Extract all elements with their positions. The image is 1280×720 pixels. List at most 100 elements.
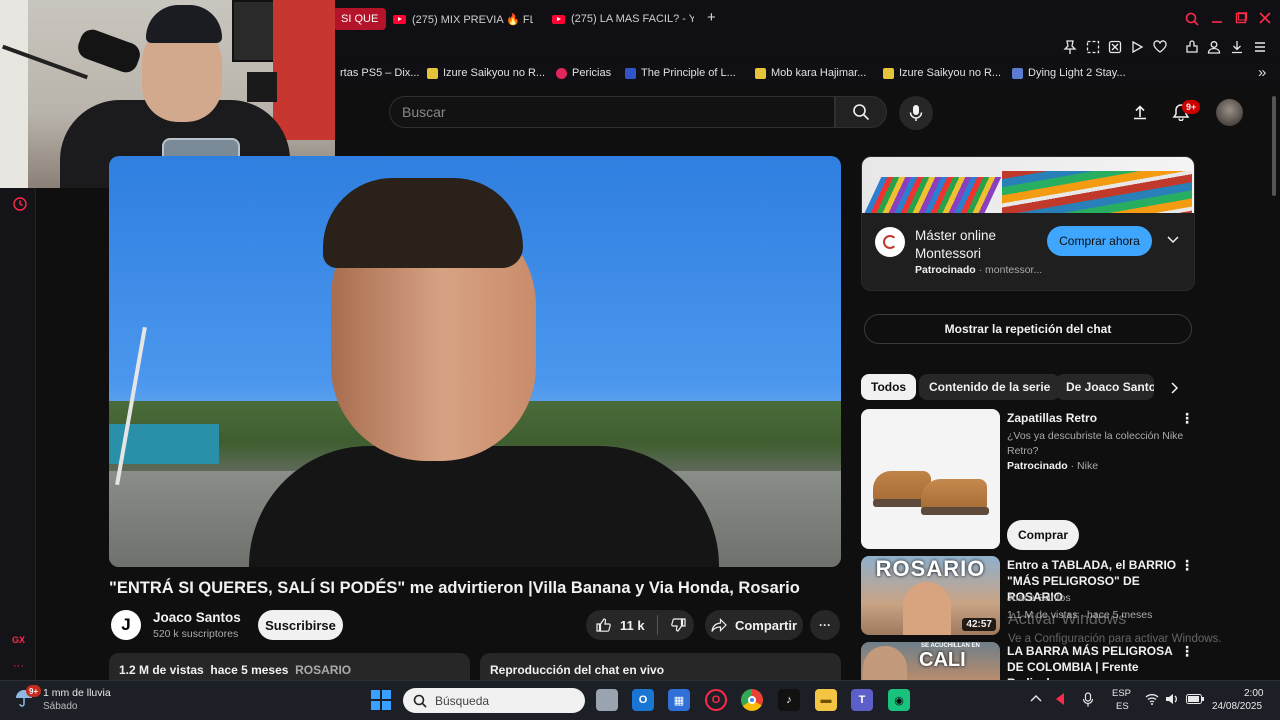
extensions-icon[interactable] [1185,40,1199,54]
search-button[interactable] [835,96,887,128]
store-icon[interactable]: ▦ [668,689,690,711]
show-chat-replay-button[interactable]: Mostrar la repetición del chat [864,314,1192,344]
history-icon[interactable] [12,196,28,212]
weather-badge: 9+ [26,685,42,697]
whatsapp-icon[interactable]: ◉ [888,689,910,711]
bookmark-pericias[interactable]: Pericias [556,67,611,79]
recommendation-title[interactable]: Zapatillas Retro [1007,410,1167,426]
subscribe-button[interactable]: Suscribirse [258,610,343,640]
file-explorer-icon[interactable]: ▬ [815,689,837,711]
weather-text[interactable]: 1 mm de lluvia [43,687,111,699]
chip-todos[interactable]: Todos [861,374,917,400]
recommendation-menu-icon[interactable]: ⋮ [1180,643,1194,660]
activate-windows-title: Activar Windows [1008,611,1127,628]
like-icon[interactable] [596,617,612,633]
task-view-icon[interactable] [596,689,618,711]
video-tag[interactable]: ROSARIO [295,663,351,677]
buy-button[interactable]: Comprar [1007,520,1079,550]
chrome-center [748,696,756,704]
new-tab-button[interactable]: + [707,9,716,26]
pin-icon[interactable] [1063,40,1077,54]
bookmark-favicon-icon [883,67,894,79]
youtube-icon [393,14,406,24]
ad-sponsored-label: Patrocinado [915,264,976,276]
description-box[interactable]: 1.2 M de vistas hace 5 meses ROSARIO [109,653,470,683]
bookmark-favicon-icon [625,67,636,79]
tiktok-icon[interactable]: ♪ [778,689,800,711]
player-icon[interactable] [1130,40,1144,54]
profile-icon[interactable] [1207,40,1221,54]
download-icon[interactable] [1230,40,1244,54]
voice-search-button[interactable] [899,96,933,130]
advertiser-logo [875,227,905,257]
page-scrollbar[interactable] [1272,96,1276,196]
chrome-icon[interactable] [741,689,763,711]
thumbnail-person [863,646,907,680]
maximize-icon[interactable] [1235,12,1247,24]
recommendation-thumbnail-tablada[interactable]: ROSARIO 42:57 [861,556,1000,635]
search-tabs-icon[interactable] [1185,12,1199,26]
bookmark-izure-1[interactable]: Izure Saikyou no R... [427,67,545,79]
bookmark-label: Izure Saikyou no R... [443,67,546,79]
bookmark-izure-2[interactable]: Izure Saikyou no R... [883,67,1001,79]
account-avatar[interactable] [1216,99,1243,126]
channel-avatar[interactable]: J [111,610,141,640]
bookmark-dying-light[interactable]: Dying Light 2 Stay... [1012,67,1126,79]
outlook-icon[interactable]: O [632,689,654,711]
gx-corner-label[interactable]: GX [12,635,25,645]
teams-icon[interactable]: T [851,689,873,711]
chip-de-joaco-santos[interactable]: De Joaco Santos [1056,374,1154,400]
share-button[interactable]: Compartir [705,610,803,640]
subscriber-count: 520 k suscriptores [153,628,239,640]
battery-icon[interactable] [1186,694,1204,704]
tab-la-mas-facil[interactable]: (275) LA MAS FACIL? - Yo [552,8,694,30]
recommendation-sponsor-meta: Patrocinado · Nike [1007,460,1099,472]
opera-gx-icon[interactable]: O [705,689,727,711]
bookmark-ps5[interactable]: rtas PS5 – Dix... [340,67,419,79]
webcam-wall [0,0,28,188]
search-input[interactable]: Buscar [389,96,835,128]
close-icon[interactable] [1259,12,1271,24]
recommendation-menu-icon[interactable]: ⋮ [1180,410,1194,427]
snapshot-icon[interactable] [1086,40,1100,54]
sponsored-ad-card[interactable]: Máster online Montessori Patrocinado · m… [861,156,1195,291]
minimize-icon[interactable] [1211,12,1223,24]
recommendation-channel[interactable]: Joaco Santos [1007,591,1071,606]
subscribe-label: Suscribirse [265,617,336,633]
heart-icon[interactable] [1153,40,1167,54]
wifi-icon[interactable] [1145,693,1159,705]
upload-icon[interactable] [1132,104,1148,120]
chevron-right-icon[interactable] [1170,382,1180,394]
video-player[interactable] [109,156,841,567]
tab-mix-previa[interactable]: (275) MIX PREVIA 🔥 FLO [393,8,533,30]
dislike-icon[interactable] [670,617,686,633]
bookmark-favicon-icon [556,67,567,79]
bookmark-mob-kara[interactable]: Mob kara Hajimar... [755,67,866,79]
microphone-icon [909,105,923,121]
more-actions-button[interactable]: ··· [810,610,840,640]
more-bookmarks-button[interactable]: » [1258,64,1266,81]
taskbar-search-box[interactable]: Búsqueda [403,688,585,713]
recommendation-thumbnail-nike[interactable] [861,409,1000,549]
recommendation-thumbnail-cali[interactable]: SE ACUCHILLAN EN CALI [861,642,1000,680]
menu-icon[interactable] [1253,40,1267,54]
chevron-up-icon[interactable] [1030,694,1042,702]
recommendation-menu-icon[interactable]: ⋮ [1180,557,1194,574]
live-chat-replay-box[interactable]: Reproducción del chat en vivo [480,653,841,683]
chip-contenido-serie[interactable]: Contenido de la serie [919,374,1061,400]
sidebar-more-icon[interactable]: ··· [13,660,24,672]
opera-tray-icon[interactable] [1054,692,1066,706]
windows-start-icon[interactable] [371,690,391,710]
ad-title-line1: Máster online [915,228,997,243]
volume-icon[interactable] [1165,693,1179,705]
bookmark-principle[interactable]: The Principle of L... [625,67,736,79]
ad-cta-button[interactable]: Comprar ahora [1047,226,1152,256]
tab-active[interactable]: SI QUE [333,8,387,30]
language-indicator[interactable]: ESP [1112,688,1131,699]
clock-time[interactable]: 2:00 [1244,688,1263,699]
blocker-icon[interactable] [1108,40,1122,54]
channel-name[interactable]: Joaco Santos [153,610,241,625]
notifications-badge: 9+ [1182,100,1201,114]
chevron-down-icon[interactable] [1167,236,1179,244]
microphone-tray-icon[interactable] [1082,692,1094,708]
